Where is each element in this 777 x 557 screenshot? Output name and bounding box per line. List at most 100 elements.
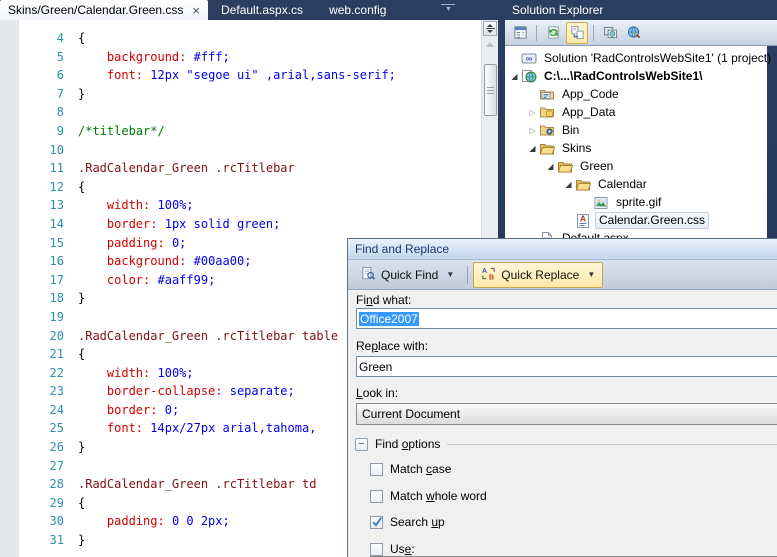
- nest-related-files-icon[interactable]: [566, 22, 588, 44]
- checkbox-unchecked-icon[interactable]: [370, 543, 383, 556]
- expander-expanded-icon[interactable]: ◢: [509, 72, 520, 81]
- line-number[interactable]: 16: [18, 252, 78, 271]
- refresh-icon[interactable]: [542, 22, 564, 44]
- tree-item-label: Solution 'RadControlsWebSite1' (1 projec…: [541, 51, 774, 66]
- aspnet-configuration-icon[interactable]: [623, 22, 645, 44]
- properties-icon[interactable]: [509, 22, 531, 44]
- collapse-toggle-icon[interactable]: −: [355, 438, 368, 451]
- folder-data-icon: [539, 104, 555, 120]
- line-number[interactable]: 12: [18, 178, 78, 197]
- code-line[interactable]: 4{: [0, 29, 481, 48]
- line-number[interactable]: 30: [18, 512, 78, 531]
- copy-web-site-icon[interactable]: [599, 22, 621, 44]
- scrollbar-thumb[interactable]: [484, 64, 497, 116]
- find-what-input[interactable]: Office2007: [356, 308, 777, 329]
- tree-item-bin[interactable]: ▷ Bin: [505, 121, 767, 139]
- line-number[interactable]: 22: [18, 364, 78, 383]
- selected-text: Office2007: [359, 312, 419, 326]
- expander-expanded-icon[interactable]: ◢: [563, 180, 574, 189]
- checkbox-checked-icon[interactable]: [370, 516, 383, 529]
- checkbox-unchecked-icon[interactable]: [370, 463, 383, 476]
- line-number[interactable]: 20: [18, 327, 78, 346]
- svg-text:A: A: [580, 213, 586, 223]
- line-number[interactable]: 29: [18, 494, 78, 513]
- line-number[interactable]: 28: [18, 475, 78, 494]
- line-number[interactable]: 9: [18, 122, 78, 141]
- close-icon[interactable]: ×: [192, 4, 200, 17]
- folder-bin-icon: [539, 122, 555, 138]
- code-line[interactable]: 8: [0, 103, 481, 122]
- quick-find-button[interactable]: Quick Find ▼: [353, 262, 462, 288]
- line-number[interactable]: 17: [18, 271, 78, 290]
- line-number[interactable]: 6: [18, 66, 78, 85]
- expander-collapsed-icon[interactable]: ▷: [527, 108, 538, 117]
- tab-list-dropdown-icon[interactable]: [441, 4, 455, 16]
- replace-with-input[interactable]: Green: [356, 356, 777, 377]
- line-number[interactable]: 15: [18, 234, 78, 253]
- quick-replace-button[interactable]: AB Quick Replace ▼: [473, 262, 603, 288]
- line-number[interactable]: 26: [18, 438, 78, 457]
- tab-web-config[interactable]: web.config: [316, 0, 399, 20]
- toolbar-separator: [467, 266, 468, 284]
- code-line[interactable]: 14 border: 1px solid green;: [0, 215, 481, 234]
- tree-item-skins[interactable]: ◢ Skins: [505, 139, 767, 157]
- code-line[interactable]: 10: [0, 141, 481, 160]
- tab-calendar-green-css[interactable]: Skins/Green/Calendar.Green.css ×: [0, 0, 208, 20]
- line-number[interactable]: 5: [18, 48, 78, 67]
- code-line[interactable]: 13 width: 100%;: [0, 196, 481, 215]
- line-number[interactable]: 11: [18, 159, 78, 178]
- checkbox-row[interactable]: Match case: [370, 462, 451, 476]
- tree-item-green[interactable]: ◢Green: [505, 158, 767, 176]
- tree-item-app-data[interactable]: ▷App_Data: [505, 103, 767, 121]
- splitter-grip-icon[interactable]: [483, 21, 497, 36]
- tree-item-calendar[interactable]: ◢Calendar: [505, 176, 767, 194]
- line-number[interactable]: 10: [18, 141, 78, 160]
- line-number[interactable]: 31: [18, 531, 78, 550]
- tree-item-sprite-gif[interactable]: sprite.gif: [505, 194, 767, 212]
- tree-item-calendar-green-css[interactable]: ACalendar.Green.css: [505, 212, 767, 230]
- quick-replace-icon: AB: [481, 266, 496, 284]
- tree-item-label: Bin: [559, 123, 582, 138]
- code-text: .RadCalendar_Green .rcTitlebar: [78, 159, 295, 178]
- solution-explorer-title[interactable]: Solution Explorer: [505, 0, 777, 20]
- checkbox-row[interactable]: Match whole word: [370, 489, 487, 503]
- checkbox-unchecked-icon[interactable]: [370, 490, 383, 503]
- code-text: font: 12px "segoe ui" ,arial,sans-serif;: [78, 66, 396, 85]
- line-number[interactable]: 18: [18, 289, 78, 308]
- checkbox-row[interactable]: Search up: [370, 515, 445, 529]
- look-in-dropdown[interactable]: Current Document: [356, 403, 777, 425]
- line-number[interactable]: 27: [18, 457, 78, 476]
- tree-item-solution-radcontrolswebsite1-1-project[interactable]: ∞Solution 'RadControlsWebSite1' (1 proje…: [505, 49, 767, 67]
- checkbox-row[interactable]: Use:: [370, 542, 415, 556]
- code-line[interactable]: 7}: [0, 85, 481, 104]
- tree-item-app-code[interactable]: App_Code: [505, 85, 767, 103]
- code-text: }: [78, 438, 85, 457]
- dialog-title-bar[interactable]: Find and Replace: [348, 239, 777, 260]
- line-number[interactable]: 7: [18, 85, 78, 104]
- code-line[interactable]: 9/*titlebar*/: [0, 122, 481, 141]
- line-number[interactable]: 14: [18, 215, 78, 234]
- tree-item-c-radcontrolswebsite1[interactable]: ◢C:\...\RadControlsWebSite1\: [505, 67, 767, 85]
- line-number[interactable]: 19: [18, 308, 78, 327]
- expander-collapsed-icon[interactable]: ▷: [527, 126, 538, 135]
- scroll-up-icon[interactable]: [486, 42, 494, 47]
- code-line[interactable]: 5 background: #fff;: [0, 48, 481, 67]
- expander-expanded-icon[interactable]: ◢: [545, 162, 556, 171]
- chevron-down-icon: ▼: [587, 270, 595, 279]
- line-number[interactable]: 25: [18, 419, 78, 438]
- code-line[interactable]: 6 font: 12px "segoe ui" ,arial,sans-seri…: [0, 66, 481, 85]
- code-line[interactable]: 12{: [0, 178, 481, 197]
- code-line[interactable]: 11.RadCalendar_Green .rcTitlebar: [0, 159, 481, 178]
- line-number[interactable]: 21: [18, 345, 78, 364]
- svg-text:∞: ∞: [526, 54, 533, 64]
- look-in-label: Look in:: [356, 386, 398, 400]
- tab-default-aspx-cs[interactable]: Default.aspx.cs: [208, 0, 316, 20]
- line-number[interactable]: 24: [18, 401, 78, 420]
- tree-item-label: Skins: [559, 141, 594, 156]
- line-number[interactable]: 23: [18, 382, 78, 401]
- expander-expanded-icon[interactable]: ◢: [527, 144, 538, 153]
- folder-code-icon: [539, 86, 555, 102]
- line-number[interactable]: 13: [18, 196, 78, 215]
- line-number[interactable]: 8: [18, 103, 78, 122]
- line-number[interactable]: 4: [18, 29, 78, 48]
